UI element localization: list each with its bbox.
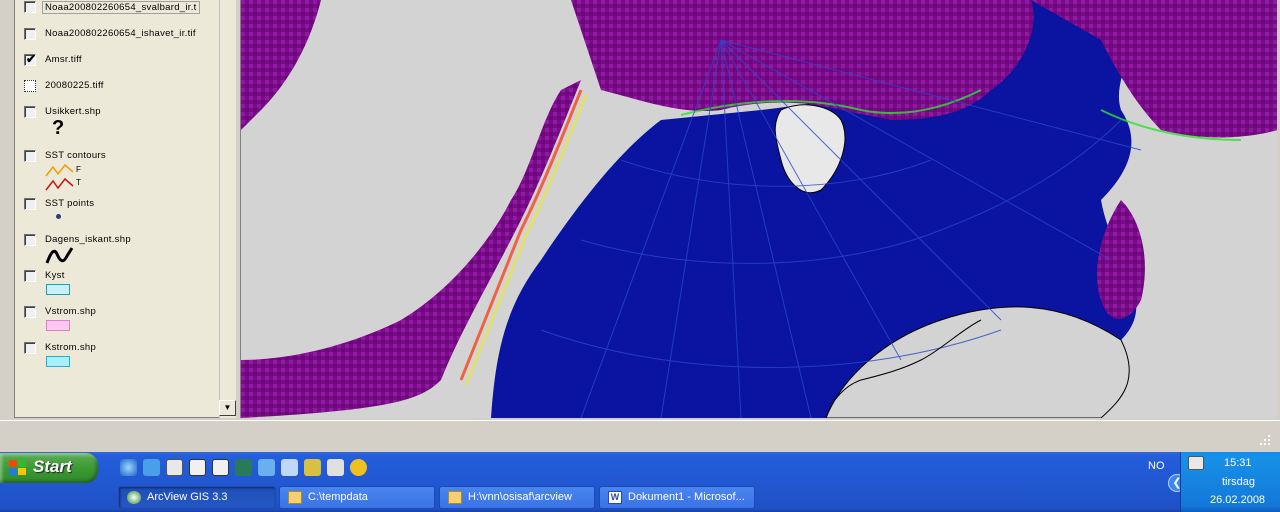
layer-label: Noaa200802260654_ishavet_ir.tif: [45, 28, 196, 39]
start-label: Start: [33, 457, 72, 476]
printer-tray-icon[interactable]: [1188, 456, 1204, 470]
scroll-down-arrow-icon[interactable]: ▼: [219, 400, 236, 416]
clock-date[interactable]: 26.02.2008: [1210, 494, 1265, 506]
media-player-icon[interactable]: [166, 459, 183, 476]
layer-checkbox[interactable]: [24, 80, 36, 92]
task-label: H:\vnn\osisaf\arcview: [468, 491, 572, 503]
layer-label: Noaa200802260654_svalbard_ir.t: [42, 1, 200, 14]
layer-checkbox[interactable]: [24, 28, 36, 40]
outlook-express-icon[interactable]: [143, 459, 160, 476]
question-mark-symbol-icon: ?: [52, 117, 65, 139]
legend-item-sst-points[interactable]: SST points: [15, 197, 220, 225]
recycle-icon[interactable]: [281, 459, 298, 476]
task-tempdata-folder[interactable]: C:\tempdata: [279, 486, 435, 509]
resize-grip-icon[interactable]: [1258, 433, 1272, 447]
clock-time[interactable]: 15:31: [1224, 457, 1252, 469]
layer-checkbox[interactable]: [24, 270, 36, 282]
legend-list: Noaa200802260654_svalbard_ir.t Noaa20080…: [14, 0, 219, 418]
warm-current-fill-symbol-icon: [46, 320, 70, 331]
show-desktop-icon[interactable]: [189, 459, 206, 476]
layer-label: SST contours: [45, 150, 106, 161]
cold-current-fill-symbol-icon: [46, 356, 70, 367]
layer-checkbox[interactable]: [24, 150, 36, 162]
layer-checkbox[interactable]: [24, 198, 36, 210]
contour-line-symbol-icon: [45, 164, 74, 191]
task-arcview[interactable]: ArcView GIS 3.3: [118, 486, 276, 509]
task-arcview-folder[interactable]: H:\vnn\osisaf\arcview: [439, 486, 595, 509]
printer-launch-icon[interactable]: [327, 459, 344, 476]
legend-item-noaa-ishavet[interactable]: Noaa200802260654_ishavet_ir.tif: [15, 27, 220, 43]
legend-item-usikkert[interactable]: Usikkert.shp ?: [15, 105, 220, 145]
layer-label: Kyst: [45, 270, 65, 281]
legend-item-noaa-svalbard[interactable]: Noaa200802260654_svalbard_ir.t: [15, 0, 220, 20]
taskbar: Start ArcView GIS 3.3 C:\tempdata H:\vnn…: [0, 452, 1280, 512]
language-indicator[interactable]: NO: [1148, 460, 1165, 472]
media-play-icon[interactable]: [350, 459, 367, 476]
legend-item-kyst[interactable]: Kyst: [15, 269, 220, 299]
ice-edge-line-symbol-icon: [45, 247, 74, 264]
checkmark-icon: ✔: [26, 52, 37, 66]
folder-icon: [288, 491, 302, 504]
legend-panel: Noaa200802260654_svalbard_ir.t Noaa20080…: [0, 0, 236, 420]
window-icon[interactable]: [212, 459, 229, 476]
task-label: Dokument1 - Microsof...: [628, 491, 745, 503]
arcview-icon: [127, 491, 141, 504]
layer-label: Vstrom.shp: [45, 306, 97, 317]
legend-scrollbar[interactable]: [219, 0, 236, 418]
layer-label: 20080225.tiff: [45, 80, 104, 91]
folder-icon: [448, 491, 462, 504]
layer-label: SST points: [45, 198, 95, 209]
start-button[interactable]: Start: [0, 453, 98, 483]
task-label: ArcView GIS 3.3: [147, 491, 228, 503]
layer-checkbox[interactable]: [24, 342, 36, 354]
contour-label-t: T: [76, 178, 82, 187]
layer-checkbox[interactable]: [24, 1, 36, 13]
task-word-document[interactable]: W Dokument1 - Microsof...: [599, 486, 755, 509]
legend-item-20080225[interactable]: 20080225.tiff: [15, 79, 220, 95]
contour-label-f: F: [76, 165, 82, 174]
layer-label: Usikkert.shp: [45, 106, 101, 117]
legend-item-dagens-iskant[interactable]: Dagens_iskant.shp: [15, 233, 220, 267]
legend-item-amsr[interactable]: ✔ Amsr.tiff: [15, 52, 220, 69]
layer-checkbox[interactable]: [24, 106, 36, 118]
layer-checkbox[interactable]: [24, 306, 36, 318]
point-symbol-icon: [56, 214, 61, 219]
layer-label: Dagens_iskant.shp: [45, 234, 131, 245]
layer-checkbox[interactable]: [24, 234, 36, 246]
windows-logo-icon: [9, 460, 27, 476]
legend-item-sst-contours[interactable]: SST contours F T: [15, 149, 220, 193]
word-icon: W: [608, 491, 622, 504]
internet-explorer-icon[interactable]: [120, 459, 137, 476]
status-bar: [0, 420, 1280, 452]
legend-item-kstrom[interactable]: Kstrom.shp: [15, 341, 220, 371]
legend-item-vstrom[interactable]: Vstrom.shp: [15, 305, 220, 335]
coast-fill-symbol-icon: [46, 284, 70, 295]
network-icon[interactable]: [235, 459, 252, 476]
app-launcher-icon[interactable]: [304, 459, 321, 476]
layer-checkbox-checked[interactable]: ✔: [24, 52, 37, 66]
layer-label: Amsr.tiff: [45, 54, 82, 65]
task-label: C:\tempdata: [308, 491, 368, 503]
document-icon[interactable]: [258, 459, 275, 476]
clock-day[interactable]: tirsdag: [1222, 476, 1255, 488]
layer-label: Kstrom.shp: [45, 342, 97, 353]
map-view[interactable]: [240, 0, 1277, 418]
